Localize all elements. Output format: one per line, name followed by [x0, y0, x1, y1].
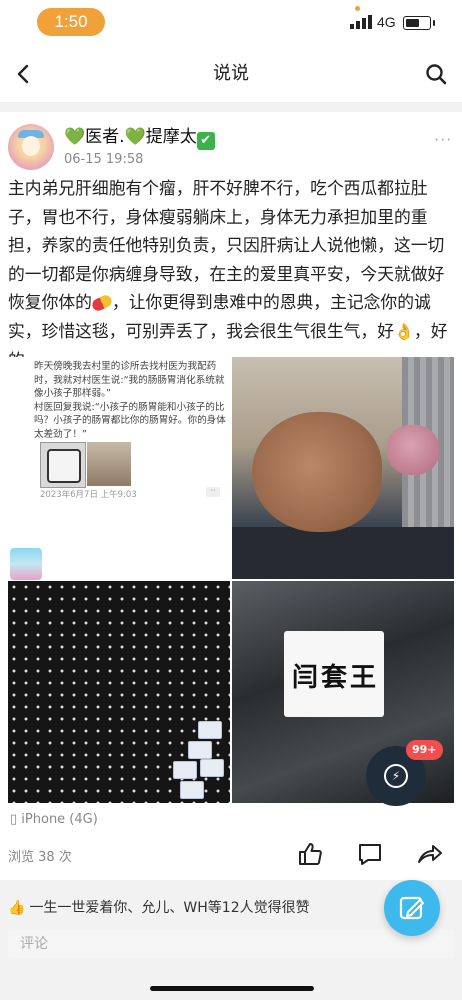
battery-level [406, 19, 419, 27]
green-heart-icon: 💚 [64, 127, 86, 147]
like-icon[interactable] [296, 840, 324, 868]
search-icon[interactable] [424, 62, 448, 86]
edit-icon [399, 896, 424, 920]
pill-icon [90, 293, 114, 313]
likes-summary[interactable]: 👍 一生一世爱着你、允儿、WH等12人觉得很赞 [8, 897, 310, 917]
comment-icon[interactable] [356, 840, 384, 868]
mini-avatar [10, 548, 42, 580]
nav-bar: 说说 [0, 46, 462, 102]
clock-thumbnail [40, 442, 86, 488]
screenshot-text: 昨天傍晚我去村里的诊所去找村医为我配药时，我就对村医生说:“我的肠肠胃消化系统就… [34, 360, 226, 441]
post-text: 主内弟兄肝细胞有个瘤，肝不好脾不行，吃个西瓜都拉肚子，胃也不行，身体瘦弱躺床上，… [8, 174, 454, 375]
post-author[interactable]: 💚医者.💚提摩太 ✔ [64, 122, 215, 150]
likes-text: 一生一世爱着你、允儿、WH等12人觉得很赞 [29, 900, 310, 916]
man-face [252, 412, 382, 532]
status-time: 1:50 [37, 8, 105, 36]
battery-icon [403, 16, 435, 30]
tongue [387, 425, 439, 475]
signal-icon [350, 15, 372, 29]
author-name: 医者. [85, 127, 125, 147]
compose-button[interactable] [384, 880, 440, 936]
home-indicator [150, 986, 314, 991]
recording-dot [355, 6, 360, 11]
chevron-left-icon[interactable] [12, 62, 36, 86]
view-count: 浏览 38 次 [8, 850, 72, 865]
screenshot-line: 昨天傍晚我去村里的诊所去找村医为我配药时，我就对村医生说:“我的肠肠胃消化系统就… [34, 361, 225, 399]
more-options-icon[interactable]: ··· [434, 130, 452, 149]
post-image-man[interactable] [232, 357, 454, 579]
author-suffix: 提摩太 [145, 127, 197, 147]
notification-badge: 99+ [406, 740, 443, 760]
check-mark-icon: ✔ [196, 132, 215, 150]
package-label-text: 闫套王 [292, 663, 380, 693]
green-heart-icon: 💚 [124, 127, 146, 147]
status-bar: 1:50 4G [0, 0, 462, 46]
avatar[interactable] [8, 124, 54, 170]
lightning-icon: ⚡ [384, 764, 408, 788]
comment-placeholder: 评论 [20, 936, 48, 952]
thumbs-up-icon: 👍 [8, 900, 26, 916]
network-label: 4G [377, 14, 396, 30]
screenshot-line: 村医回复我说:“小孩子的肠胃能和小孩子的比吗？小孩子的肠胃都比你的肠胃好。你的身… [34, 401, 226, 440]
page-title: 说说 [213, 63, 249, 84]
device-info: ▯ iPhone (4G) [10, 812, 98, 827]
phone-icon: ▯ [10, 812, 18, 827]
screenshot-more-icon: ·· [206, 487, 220, 497]
photo-thumbnail [87, 442, 131, 486]
screenshot-date: 2023年6月7日 上午9:03 [40, 490, 137, 500]
post-time: 06-15 19:58 [64, 152, 144, 167]
device-label: iPhone (4G) [21, 812, 98, 827]
ok-hand-icon: 👌 [393, 321, 414, 341]
share-icon[interactable] [416, 840, 444, 868]
post-image-blanket[interactable] [8, 581, 230, 803]
